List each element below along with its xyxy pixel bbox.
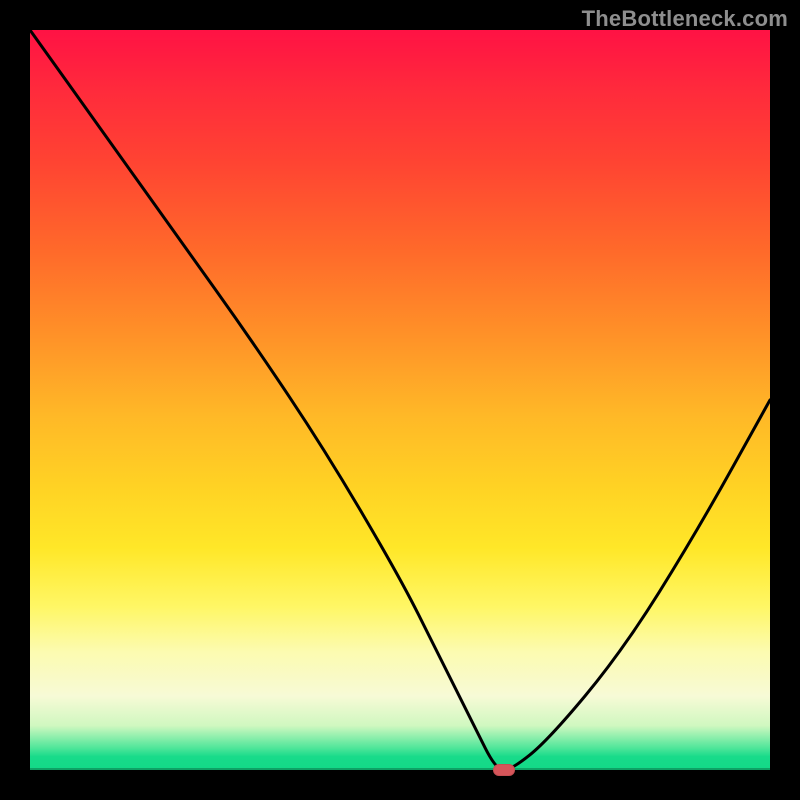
chart-container: TheBottleneck.com (0, 0, 800, 800)
optimal-point-marker (493, 764, 515, 776)
watermark-text: TheBottleneck.com (582, 6, 788, 32)
plot-area (30, 30, 770, 770)
bottleneck-curve (30, 30, 770, 770)
x-axis-baseline (30, 768, 770, 770)
